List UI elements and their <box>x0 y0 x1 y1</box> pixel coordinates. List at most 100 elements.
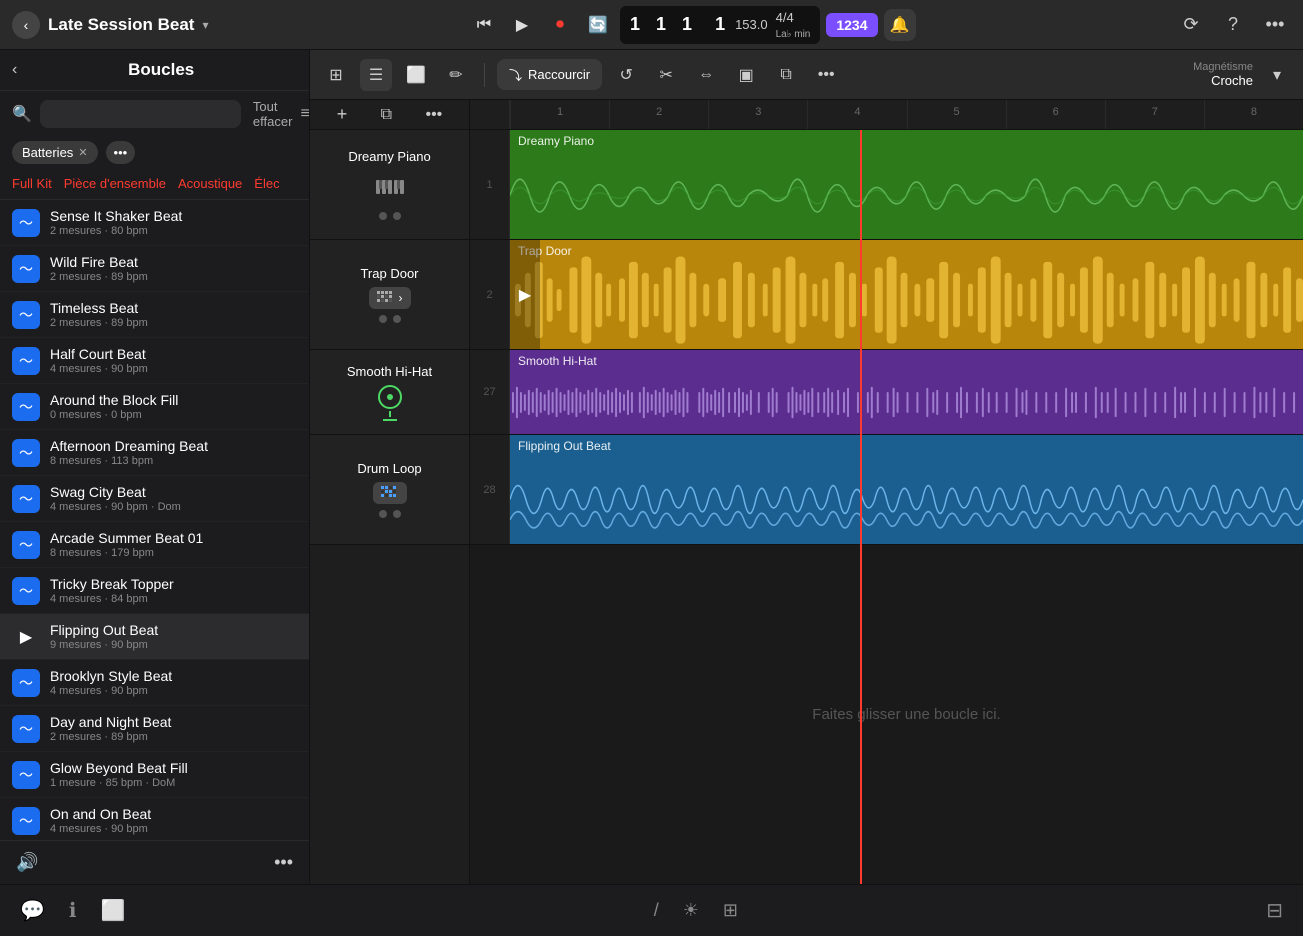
bottom-bar: 💬 ℹ ⬜ / ☀ ⊞ ⊟ <box>0 884 1303 936</box>
track-content-dreamy-piano[interactable]: Dreamy Piano <box>510 130 1303 239</box>
loop-item[interactable]: 〜 Afternoon Dreaming Beat 8 mesures · 11… <box>0 430 309 476</box>
ruler-mark-2: 2 <box>609 100 708 129</box>
notification-button[interactable]: 🔔 <box>884 9 916 41</box>
bottom-center-icons: / ☀ ⊞ <box>654 900 738 921</box>
project-chevron-icon[interactable]: ▾ <box>202 18 208 32</box>
cat-acoustique[interactable]: Acoustique <box>178 176 242 191</box>
loop-item[interactable]: 〜 On and On Beat 4 mesures · 90 bpm <box>0 798 309 840</box>
play-button[interactable]: ▶ <box>506 9 538 41</box>
loop-item[interactable]: 〜 Timeless Beat 2 mesures · 89 bpm <box>0 292 309 338</box>
loop-waveform-icon: 〜 <box>12 393 40 421</box>
count-in-badge[interactable]: 1234 <box>826 13 877 37</box>
track-content-smooth-hihat[interactable]: Smooth Hi-Hat <box>510 350 1303 434</box>
loop-item[interactable]: 〜 Wild Fire Beat 2 mesures · 89 bpm <box>0 246 309 292</box>
loop-item[interactable]: 〜 Tricky Break Topper 4 mesures · 84 bpm <box>0 568 309 614</box>
solo-dot[interactable] <box>393 510 401 518</box>
loop-item[interactable]: 〜 Sense It Shaker Beat 2 mesures · 80 bp… <box>0 200 309 246</box>
active-tag-batteries[interactable]: Batteries ✕ <box>12 141 98 164</box>
more-tools-button[interactable]: ••• <box>810 59 842 91</box>
loop-item-flipping-out[interactable]: ▶ Flipping Out Beat 9 mesures · 90 bpm <box>0 614 309 660</box>
loop-name: Arcade Summer Beat 01 <box>50 530 297 546</box>
top-bar-right: ⟳ ? ••• <box>1175 9 1291 41</box>
cat-elec[interactable]: Élec <box>254 176 279 191</box>
resize-button[interactable]: ⇔ <box>690 59 722 91</box>
help-button[interactable]: ? <box>1217 9 1249 41</box>
tag-remove-icon[interactable]: ✕ <box>78 146 87 159</box>
back-button[interactable]: ‹ <box>12 11 40 39</box>
hihat-icon <box>378 385 402 409</box>
track-content-trap-door[interactable]: Trap Door ▶ <box>510 240 1303 349</box>
copy-button[interactable]: ⧉ <box>770 59 802 91</box>
record-button[interactable]: ⏺ <box>544 9 576 41</box>
track-options-button[interactable]: ••• <box>425 106 442 124</box>
search-row: 🔍 Tout effacer ≡ <box>0 91 309 137</box>
mixer-icon[interactable]: ⊞ <box>723 900 738 921</box>
loop-item-swag-city[interactable]: 〜 Swag City Beat 4 mesures · 90 bpm · Do… <box>0 476 309 522</box>
select-button[interactable]: ▣ <box>730 59 762 91</box>
filter-categories: Full Kit Pièce d'ensemble Acoustique Éle… <box>0 172 309 200</box>
footer-more-icon[interactable]: ••• <box>274 852 293 873</box>
filter-tags: Batteries ✕ ••• <box>0 137 309 172</box>
add-track-button[interactable]: + <box>337 104 348 125</box>
cut-button[interactable]: ✂ <box>650 59 682 91</box>
sidebar-header: ‹ Boucles <box>0 50 309 91</box>
share-button[interactable]: ⟳ <box>1175 9 1207 41</box>
info-icon[interactable]: ℹ <box>69 898 77 923</box>
loop-tool-button[interactable]: ↺ <box>610 59 642 91</box>
loop-waveform-icon: 〜 <box>12 347 40 375</box>
list-view-button[interactable]: ☰ <box>360 59 392 91</box>
rewind-button[interactable]: ⏮ <box>468 9 500 41</box>
cat-full-kit[interactable]: Full Kit <box>12 176 52 191</box>
loop-item[interactable]: 〜 Around the Block Fill 0 mesures · 0 bp… <box>0 384 309 430</box>
tracks-area: ⊞ ☰ ⬜ ✏ ⤵ Raccourcir ↺ ✂ ⇔ ▣ ⧉ ••• Magné… <box>310 50 1303 884</box>
mute-dot[interactable] <box>379 212 387 220</box>
clear-all-button[interactable]: Tout effacer <box>253 99 293 129</box>
volume-icon[interactable]: 🔊 <box>16 852 38 873</box>
track-num-2: 2 <box>470 240 510 349</box>
solo-dot[interactable] <box>393 212 401 220</box>
sun-icon[interactable]: ☀ <box>683 900 699 921</box>
grid-pattern-icon <box>377 291 395 305</box>
loop-name: Glow Beyond Beat Fill <box>50 760 297 776</box>
loop-item[interactable]: 〜 Arcade Summer Beat 01 8 mesures · 179 … <box>0 522 309 568</box>
waveform-smooth-hihat <box>510 371 1303 434</box>
tracks-icon[interactable]: ⬜ <box>101 898 126 923</box>
loop-item[interactable]: 〜 Half Court Beat 4 mesures · 90 bpm <box>0 338 309 384</box>
trap-door-play-button[interactable]: ▶ <box>510 240 540 349</box>
loop-item[interactable]: 〜 Brooklyn Style Beat 4 mesures · 90 bpm <box>0 660 309 706</box>
window-button[interactable]: ⬜ <box>400 59 432 91</box>
loop-meta: 1 mesure · 85 bpm · DoM <box>50 777 297 789</box>
cat-piece[interactable]: Pièce d'ensemble <box>64 176 166 191</box>
loop-name: Half Court Beat <box>50 346 297 362</box>
pen-icon[interactable]: / <box>654 900 659 921</box>
solo-dot[interactable] <box>393 315 401 323</box>
track-headers-col: + ⧉ ••• Dreamy Piano <box>310 100 470 884</box>
mute-dot[interactable] <box>379 315 387 323</box>
bottom-right-icon[interactable]: ⊟ <box>1266 898 1283 923</box>
loop-name: Wild Fire Beat <box>50 254 297 270</box>
magnetisme-chevron-icon[interactable]: ▾ <box>1261 59 1293 91</box>
grid-view-button[interactable]: ⊞ <box>320 59 352 91</box>
loops-icon[interactable]: 💬 <box>20 898 45 923</box>
drum-loop-pattern-button[interactable] <box>373 482 407 504</box>
search-input[interactable] <box>40 100 241 128</box>
tag-more-button[interactable]: ••• <box>106 141 136 164</box>
overflow-button[interactable]: ••• <box>1259 9 1291 41</box>
pencil-button[interactable]: ✏ <box>440 59 472 91</box>
loop-item-glow-beyond[interactable]: 〜 Glow Beyond Beat Fill 1 mesure · 85 bp… <box>0 752 309 798</box>
raccourcir-button[interactable]: ⤵ Raccourcir <box>497 59 602 90</box>
duplicate-track-button[interactable]: ⧉ <box>381 106 392 124</box>
sidebar-back-button[interactable]: ‹ <box>12 61 17 79</box>
loop-button[interactable]: 🔄 <box>582 9 614 41</box>
loop-name: On and On Beat <box>50 806 297 822</box>
loop-meta: 8 mesures · 113 bpm <box>50 455 297 467</box>
tracks-content-col: 1 2 3 4 5 6 7 8 <box>470 100 1303 884</box>
loop-name: Timeless Beat <box>50 300 297 316</box>
loop-item[interactable]: 〜 Day and Night Beat 2 mesures · 89 bpm <box>0 706 309 752</box>
trap-door-pattern-button[interactable]: › <box>369 287 411 309</box>
filter-icon[interactable]: ≡ <box>300 105 309 123</box>
loop-play-icon[interactable]: ▶ <box>12 623 40 651</box>
track-content-drum-loop[interactable]: Flipping Out Beat <box>510 435 1303 544</box>
mute-dot[interactable] <box>379 510 387 518</box>
track-header-trap-door: Trap Door <box>310 240 469 350</box>
